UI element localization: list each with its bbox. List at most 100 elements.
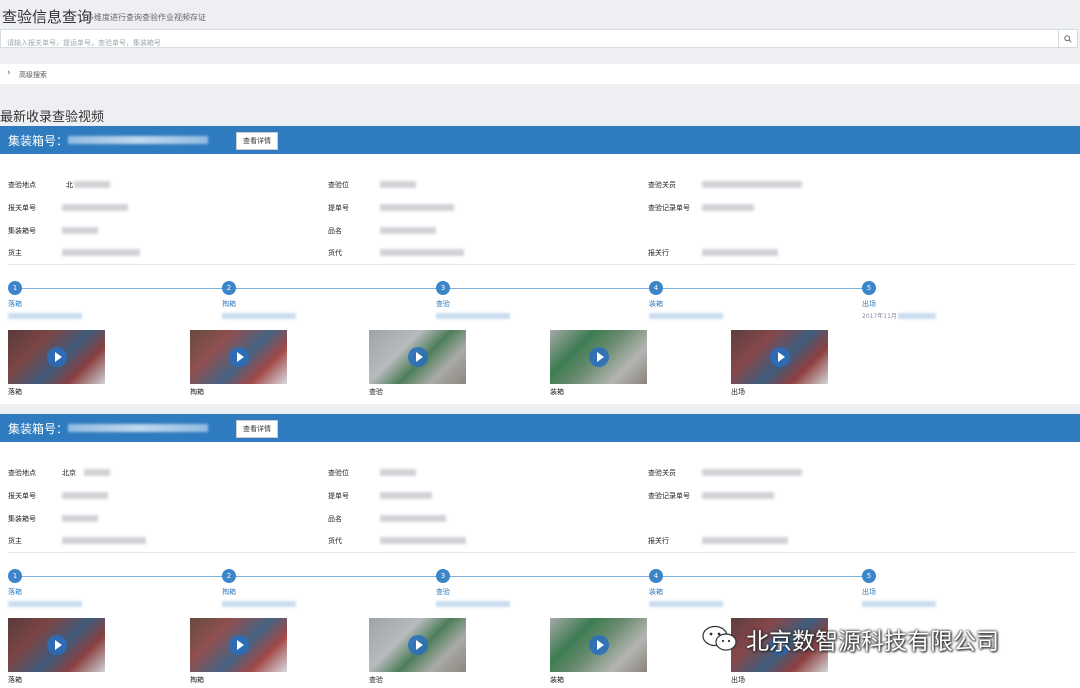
wechat-icon [702,625,737,651]
blurred-value [62,249,140,256]
step-marker: 2 [222,281,236,295]
blurred-value [702,204,754,211]
thumbnail-caption: 装箱 [550,676,564,684]
blurred-value [380,537,466,544]
field-label-record-no: 查验记录单号 [648,492,690,500]
watermark: 北京数智源科技有限公司 [700,622,999,656]
container-number-value [68,136,208,144]
field-label-container-no: 集装箱号 [8,227,36,235]
step-marker: 1 [8,569,22,583]
play-icon [229,347,249,367]
step-time [222,313,296,319]
blurred-value [62,204,128,211]
card-header: 集装箱号： 查看详情 [0,126,1080,154]
step-time [649,601,723,607]
blurred-value [702,537,788,544]
video-thumbnail[interactable] [8,330,105,384]
thumbnail-caption: 掏箱 [190,388,204,396]
thumbnail-caption: 落箱 [8,676,22,684]
video-thumbnail[interactable] [550,330,647,384]
video-thumbnail[interactable] [369,330,466,384]
thumbnail-caption: 查验 [369,676,383,684]
step-time [436,313,510,319]
step-marker: 4 [649,569,663,583]
field-label-owner: 货主 [8,249,22,257]
container-number-value [68,424,208,432]
search-input[interactable] [1,34,1047,52]
search-bar [0,29,1078,52]
view-details-button[interactable]: 查看详情 [236,420,278,438]
search-icon [1064,34,1072,43]
video-thumbnail[interactable] [8,618,105,672]
field-label-inspector: 查验关员 [648,181,676,189]
play-icon [770,347,790,367]
step-time [436,601,510,607]
step-time [222,601,296,607]
field-label-owner: 货主 [8,537,22,545]
step-name: 查验 [436,588,450,596]
blurred-value [62,537,146,544]
video-thumbnail[interactable] [369,618,466,672]
thumbnail-caption: 查验 [369,388,383,396]
search-button[interactable] [1058,30,1077,47]
step-name: 掏箱 [222,588,236,596]
divider [8,264,1076,265]
blurred-value [702,469,802,476]
field-label-inspection-site: 查验地点 [8,181,36,189]
step-marker: 5 [862,281,876,295]
field-label-forwarder: 货代 [328,537,342,545]
page-subtitle: 多维度进行查询查验作业视频存证 [86,13,206,22]
video-thumbnail[interactable] [190,330,287,384]
video-thumbnail[interactable] [190,618,287,672]
blurred-value [62,492,108,499]
video-thumbnail[interactable] [731,330,828,384]
blurred-value [380,492,432,499]
advanced-search-toggle[interactable]: › 高级搜索 [0,64,1080,84]
play-icon [589,347,609,367]
field-label-record-no: 查验记录单号 [648,204,690,212]
field-label-customs-broker: 报关行 [648,537,669,545]
step-name: 落箱 [8,300,22,308]
blurred-value [74,181,110,188]
blurred-value [380,204,454,211]
blurred-value [62,227,98,234]
video-thumbnail[interactable] [550,618,647,672]
field-label-inspection-position: 查验位 [328,469,349,477]
step-marker: 3 [436,281,450,295]
inspection-card: 集装箱号： 查看详情 查验地点 北 查验位 查验关员 报关单号 提单号 查验记录… [0,126,1080,404]
step-marker: 1 [8,281,22,295]
container-number-label: 集装箱号： [8,134,69,148]
container-number-label: 集装箱号： [8,422,69,436]
play-icon [229,635,249,655]
field-label-customs-broker: 报关行 [648,249,669,257]
blurred-value [702,492,774,499]
field-label-declaration-no: 报关单号 [8,204,36,212]
thumbnail-caption: 掏箱 [190,676,204,684]
page-title: 查验信息查询 [2,8,93,26]
field-label-container-no: 集装箱号 [8,515,36,523]
advanced-search-label: 高级搜索 [19,71,47,79]
step-time [862,601,936,607]
play-icon [47,347,67,367]
play-icon [47,635,67,655]
blurred-value [380,469,416,476]
blurred-value [380,227,436,234]
step-time [8,601,82,607]
blurred-value [84,469,110,476]
divider [8,552,1076,553]
step-name: 查验 [436,300,450,308]
field-label-forwarder: 货代 [328,249,342,257]
step-time [649,313,723,319]
step-time: 2017年11月 [862,313,897,320]
step-name: 掏箱 [222,300,236,308]
view-details-button[interactable]: 查看详情 [236,132,278,150]
field-label-declaration-no: 报关单号 [8,492,36,500]
field-label-product: 品名 [328,515,342,523]
blurred-value [380,181,416,188]
play-icon [408,347,428,367]
watermark-text: 北京数智源科技有限公司 [746,629,999,655]
step-name: 出场 [862,588,876,596]
blurred-value [380,515,446,522]
blurred-value [702,249,778,256]
field-label-inspection-site: 查验地点 [8,469,36,477]
